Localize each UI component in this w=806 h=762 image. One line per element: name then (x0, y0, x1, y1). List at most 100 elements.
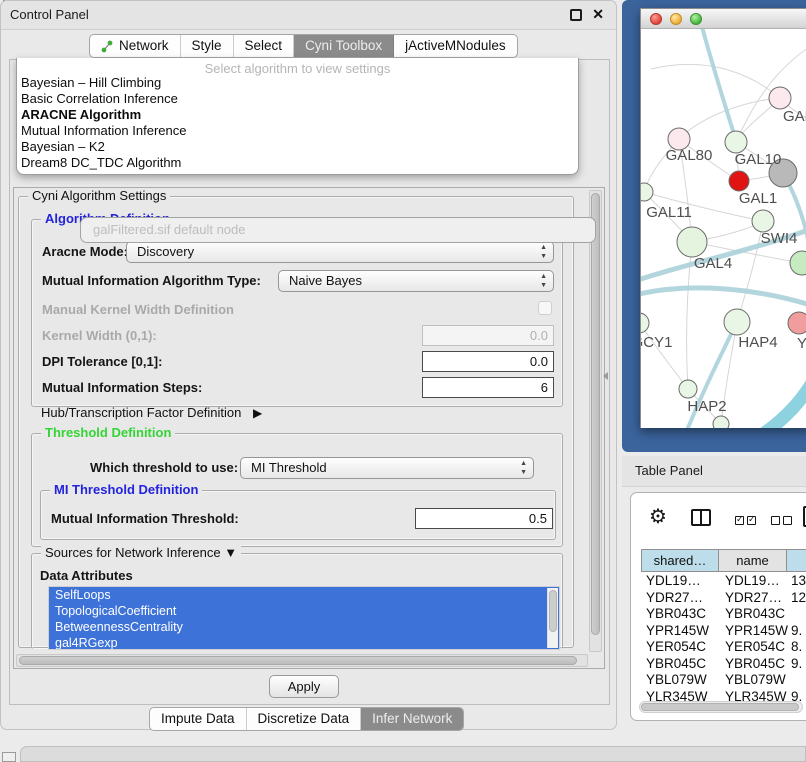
cell-shared: YDR27… (641, 590, 719, 607)
node-y-partial[interactable] (788, 312, 806, 334)
split-panel-icon[interactable] (691, 509, 711, 526)
mi-threshold-field[interactable]: 0.5 (415, 508, 553, 529)
node-green-edge[interactable] (790, 251, 806, 275)
node-label: GAL80 (666, 147, 713, 164)
cell-name: YDR27… (719, 590, 791, 607)
scrollbar-thumb[interactable] (549, 590, 557, 632)
attribute-item-selected[interactable]: gal4RGexp (49, 635, 559, 650)
dropdown-item[interactable]: Mutual Information Inference (17, 123, 578, 139)
network-selector-combo[interactable]: galFiltered.sif default node (80, 217, 596, 243)
control-panel-titlebar: Control Panel ✕ (1, 1, 616, 30)
collapse-arrow-icon[interactable]: ▼ (224, 545, 237, 560)
attribute-item-selected[interactable]: TopologicalCoefficient (49, 603, 559, 619)
network-window-titlebar[interactable] (641, 9, 806, 29)
tab-jactivemnodules[interactable]: jActiveMNodules (394, 35, 517, 57)
cyni-algorithm-settings-group: Cyni Algorithm Settings Algorithm Defini… (18, 196, 574, 648)
screen: Control Panel ✕ Network Style Select Cy (0, 0, 806, 762)
close-traffic-light[interactable] (650, 13, 662, 25)
stepper-arrows-icon: ▲▼ (540, 272, 547, 290)
scrollbar-thumb[interactable] (19, 656, 577, 665)
minimize-traffic-light[interactable] (670, 13, 682, 25)
gear-icon[interactable]: ⚙ (649, 504, 667, 529)
node-hap4[interactable] (724, 309, 750, 335)
node-gal4[interactable] (677, 227, 707, 257)
which-threshold-combo[interactable]: MI Threshold ▲▼ (240, 457, 534, 479)
vertical-scrollbar[interactable] (589, 190, 602, 652)
tab-network[interactable]: Network (90, 35, 181, 57)
attribute-item-selected[interactable]: BetweennessCentrality (49, 619, 559, 635)
manual-kernel-checkbox[interactable] (538, 301, 552, 315)
collapsed-panel-icon[interactable] (2, 752, 16, 762)
scrollbar-thumb[interactable] (641, 703, 799, 711)
node-label: GAL10 (735, 151, 782, 168)
node-gal-partial[interactable] (769, 87, 791, 109)
node-hap2[interactable] (679, 380, 697, 398)
table-row[interactable]: YBR045CYBR045C9. (641, 656, 806, 673)
table-row[interactable]: YER054CYER054C8. (641, 639, 806, 656)
float-window-icon[interactable] (570, 9, 582, 21)
table-row[interactable]: YDL19…YDL19…13 (641, 573, 806, 590)
deselect-all-checkboxes-icon[interactable] (771, 512, 795, 530)
table-horizontal-scrollbar[interactable] (639, 701, 803, 713)
column-header-shared[interactable]: shared… (641, 549, 719, 572)
dropdown-item[interactable]: Bayesian – K2 (17, 139, 578, 155)
table-row[interactable]: YBR043CYBR043C (641, 606, 806, 623)
hub-definition-expander[interactable]: Hub/Transcription Factor Definition ▶ (41, 405, 262, 420)
tab-select[interactable]: Select (234, 35, 295, 57)
mi-type-combo[interactable]: Naive Bayes ▲▼ (278, 270, 554, 292)
scrollbar-thumb[interactable] (591, 193, 600, 635)
cell-shared: YBL079W (641, 672, 719, 689)
control-panel-tabs: Network Style Select Cyni Toolbox jActiv… (89, 34, 518, 58)
cell-shared: YPR145W (641, 623, 719, 640)
list-scrollbar[interactable] (547, 588, 558, 648)
dpi-tolerance-field[interactable]: 0.0 (422, 351, 554, 372)
node-gcy1[interactable] (641, 313, 649, 333)
aracne-mode-combo[interactable]: Discovery ▲▼ (126, 241, 554, 263)
node-gal1[interactable] (729, 171, 749, 191)
panel-title: Control Panel (10, 7, 89, 22)
table-row[interactable]: YDR27…YDR27…12 (641, 590, 806, 607)
unchecked-box-icon (771, 516, 780, 525)
node-swi4[interactable] (752, 210, 774, 232)
table-row[interactable]: YBL079WYBL079W (641, 672, 806, 689)
cell-value (791, 606, 806, 623)
network-view-frame: GAL GAL80 GAL10 GAL1 GAL11 SWI4 GAL4 GCY… (622, 0, 806, 452)
node-gal10[interactable] (725, 131, 747, 153)
table-header: shared… name (641, 549, 806, 572)
kernel-width-field[interactable]: 0.0 (422, 325, 554, 346)
cell-value: 9. (791, 623, 806, 640)
select-all-checkboxes-icon[interactable] (735, 512, 759, 530)
network-canvas[interactable]: GAL GAL80 GAL10 GAL1 GAL11 SWI4 GAL4 GCY… (641, 29, 806, 428)
data-attributes-list[interactable]: SelfLoops TopologicalCoefficient Between… (48, 586, 560, 650)
network-graph: GAL GAL80 GAL10 GAL1 GAL11 SWI4 GAL4 GCY… (641, 29, 806, 428)
zoom-traffic-light[interactable] (690, 13, 702, 25)
tab-cyni-toolbox[interactable]: Cyni Toolbox (294, 35, 394, 57)
tab-label: Style (192, 35, 222, 57)
tab-infer-network[interactable]: Infer Network (361, 708, 463, 730)
apply-button[interactable]: Apply (269, 675, 339, 698)
network-icon (101, 40, 114, 53)
tab-style[interactable]: Style (181, 35, 234, 57)
dropdown-item[interactable]: Basic Correlation Inference (17, 91, 578, 107)
dropdown-item[interactable]: Bayesian – Hill Climbing (17, 75, 578, 91)
table-row[interactable]: YPR145WYPR145W9. (641, 623, 806, 640)
column-header-name[interactable]: name (719, 549, 787, 572)
column-header-partial[interactable] (787, 549, 806, 572)
edge-thick-teal (749, 367, 806, 428)
mi-steps-field[interactable]: 6 (422, 377, 554, 398)
tab-label: jActiveMNodules (405, 35, 506, 57)
dropdown-item-selected[interactable]: ARACNE Algorithm (17, 107, 578, 123)
dropdown-item[interactable]: Dream8 DC_TDC Algorithm (17, 155, 578, 171)
node-gal11[interactable] (641, 183, 653, 201)
splitter-collapse-handle[interactable] (603, 372, 608, 380)
tab-label: Discretize Data (258, 708, 350, 730)
close-icon[interactable]: ✕ (592, 6, 604, 23)
horizontal-scrollbar[interactable] (16, 654, 588, 667)
bottom-panel-edge (20, 746, 806, 762)
node-small[interactable] (713, 416, 729, 428)
tab-discretize-data[interactable]: Discretize Data (247, 708, 362, 730)
cell-name: YBR043C (719, 606, 791, 623)
tab-impute-data[interactable]: Impute Data (150, 708, 247, 730)
attribute-item-selected[interactable]: SelfLoops (49, 587, 559, 603)
table-body: YDL19…YDL19…13 YDR27…YDR27…12 YBR043CYBR… (641, 573, 806, 713)
